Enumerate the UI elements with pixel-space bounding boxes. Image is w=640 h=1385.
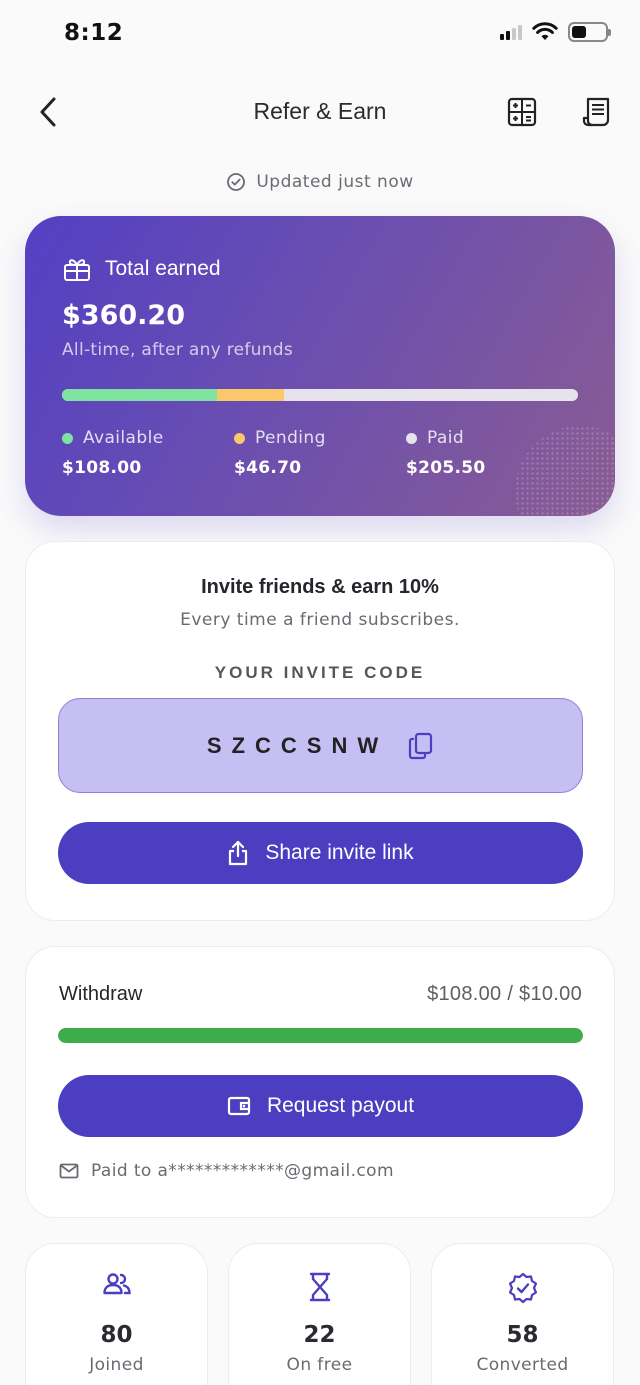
available-segment: [62, 389, 217, 401]
paid-to: Paid to a*************@gmail.com: [59, 1161, 394, 1181]
stat-value: 58: [506, 1322, 539, 1348]
withdraw-progress-fill: [58, 1028, 583, 1043]
app-header: Refer & Earn: [0, 80, 640, 144]
withdraw-progress-bar: [58, 1028, 583, 1043]
legend-value: $46.70: [234, 458, 302, 478]
stat-on-free: 22 On free: [228, 1243, 411, 1385]
mail-icon: [59, 1163, 79, 1179]
wallet-icon: [227, 1096, 251, 1116]
total-earned-subtitle: All-time, after any refunds: [62, 340, 294, 360]
withdraw-amount: $108.00 / $10.00: [427, 983, 582, 1005]
updated-text: Updated just now: [256, 172, 414, 192]
copy-icon[interactable]: [408, 732, 434, 760]
total-earned-label: Total earned: [105, 257, 221, 280]
hourglass-icon: [309, 1272, 330, 1302]
check-circle-icon: [227, 173, 246, 191]
earnings-breakdown-bar: [62, 389, 578, 401]
total-earned-amount: $360.20: [62, 300, 185, 331]
withdraw-label: Withdraw: [59, 983, 143, 1005]
verified-badge-icon: [508, 1272, 537, 1304]
invite-title: Invite friends & earn 10%: [201, 576, 439, 598]
calculator-icon: [507, 97, 537, 127]
pending-segment: [216, 389, 284, 401]
request-payout-button[interactable]: Request payout: [58, 1075, 583, 1137]
stat-label: Converted: [476, 1355, 569, 1375]
legend-value: $108.00: [62, 458, 142, 478]
status-time: 8:12: [64, 20, 124, 46]
cellular-signal-icon: [500, 24, 522, 40]
users-icon: [102, 1273, 131, 1295]
battery-icon: [568, 22, 611, 42]
decorative-dots: [515, 426, 615, 516]
available-dot: [62, 432, 73, 444]
invite-subtitle: Every time a friend subscribes.: [180, 610, 460, 630]
calculator-button[interactable]: [502, 92, 542, 132]
share-invite-button[interactable]: Share invite link: [58, 822, 583, 884]
legend-value: $205.50: [406, 458, 486, 478]
invite-code-box[interactable]: SZCCSNW: [58, 698, 583, 793]
stat-converted: 58 Converted: [431, 1243, 614, 1385]
update-status: Updated just now: [0, 172, 640, 192]
legend-pending: Pending $46.70: [234, 428, 326, 478]
stat-value: 80: [100, 1322, 133, 1348]
share-invite-label: Share invite link: [265, 841, 414, 864]
share-icon: [229, 840, 248, 866]
stat-label: On free: [286, 1355, 353, 1375]
paid-to-text: Paid to a*************@gmail.com: [91, 1161, 394, 1181]
stat-value: 22: [303, 1322, 336, 1348]
legend-available: Available $108.00: [62, 428, 164, 478]
gift-card-icon: [64, 259, 90, 281]
legend-label: Paid: [427, 428, 465, 448]
status-bar: 8:12: [0, 0, 640, 70]
invite-code: SZCCSNW: [206, 732, 389, 758]
request-payout-label: Request payout: [266, 1094, 415, 1117]
page-title: Refer & Earn: [253, 98, 387, 124]
stat-label: Joined: [89, 1355, 144, 1375]
pending-dot: [234, 432, 245, 444]
receipt-button[interactable]: [577, 92, 617, 132]
invite-code-label: YOUR INVITE CODE: [214, 663, 426, 682]
paid-dot: [406, 432, 417, 444]
wifi-icon: [532, 22, 558, 40]
invite-card: Invite friends & earn 10% Every time a f…: [25, 541, 615, 921]
legend-label: Available: [83, 428, 164, 448]
status-icons: [500, 22, 611, 42]
receipt-icon: [582, 97, 610, 127]
total-earned-card: Total earned $360.20 All-time, after any…: [25, 216, 615, 516]
stat-joined: 80 Joined: [25, 1243, 208, 1385]
legend-paid: Paid $205.50: [406, 428, 486, 478]
withdraw-card: Withdraw $108.00 / $10.00 Request payout…: [25, 946, 615, 1218]
legend-label: Pending: [255, 428, 326, 448]
